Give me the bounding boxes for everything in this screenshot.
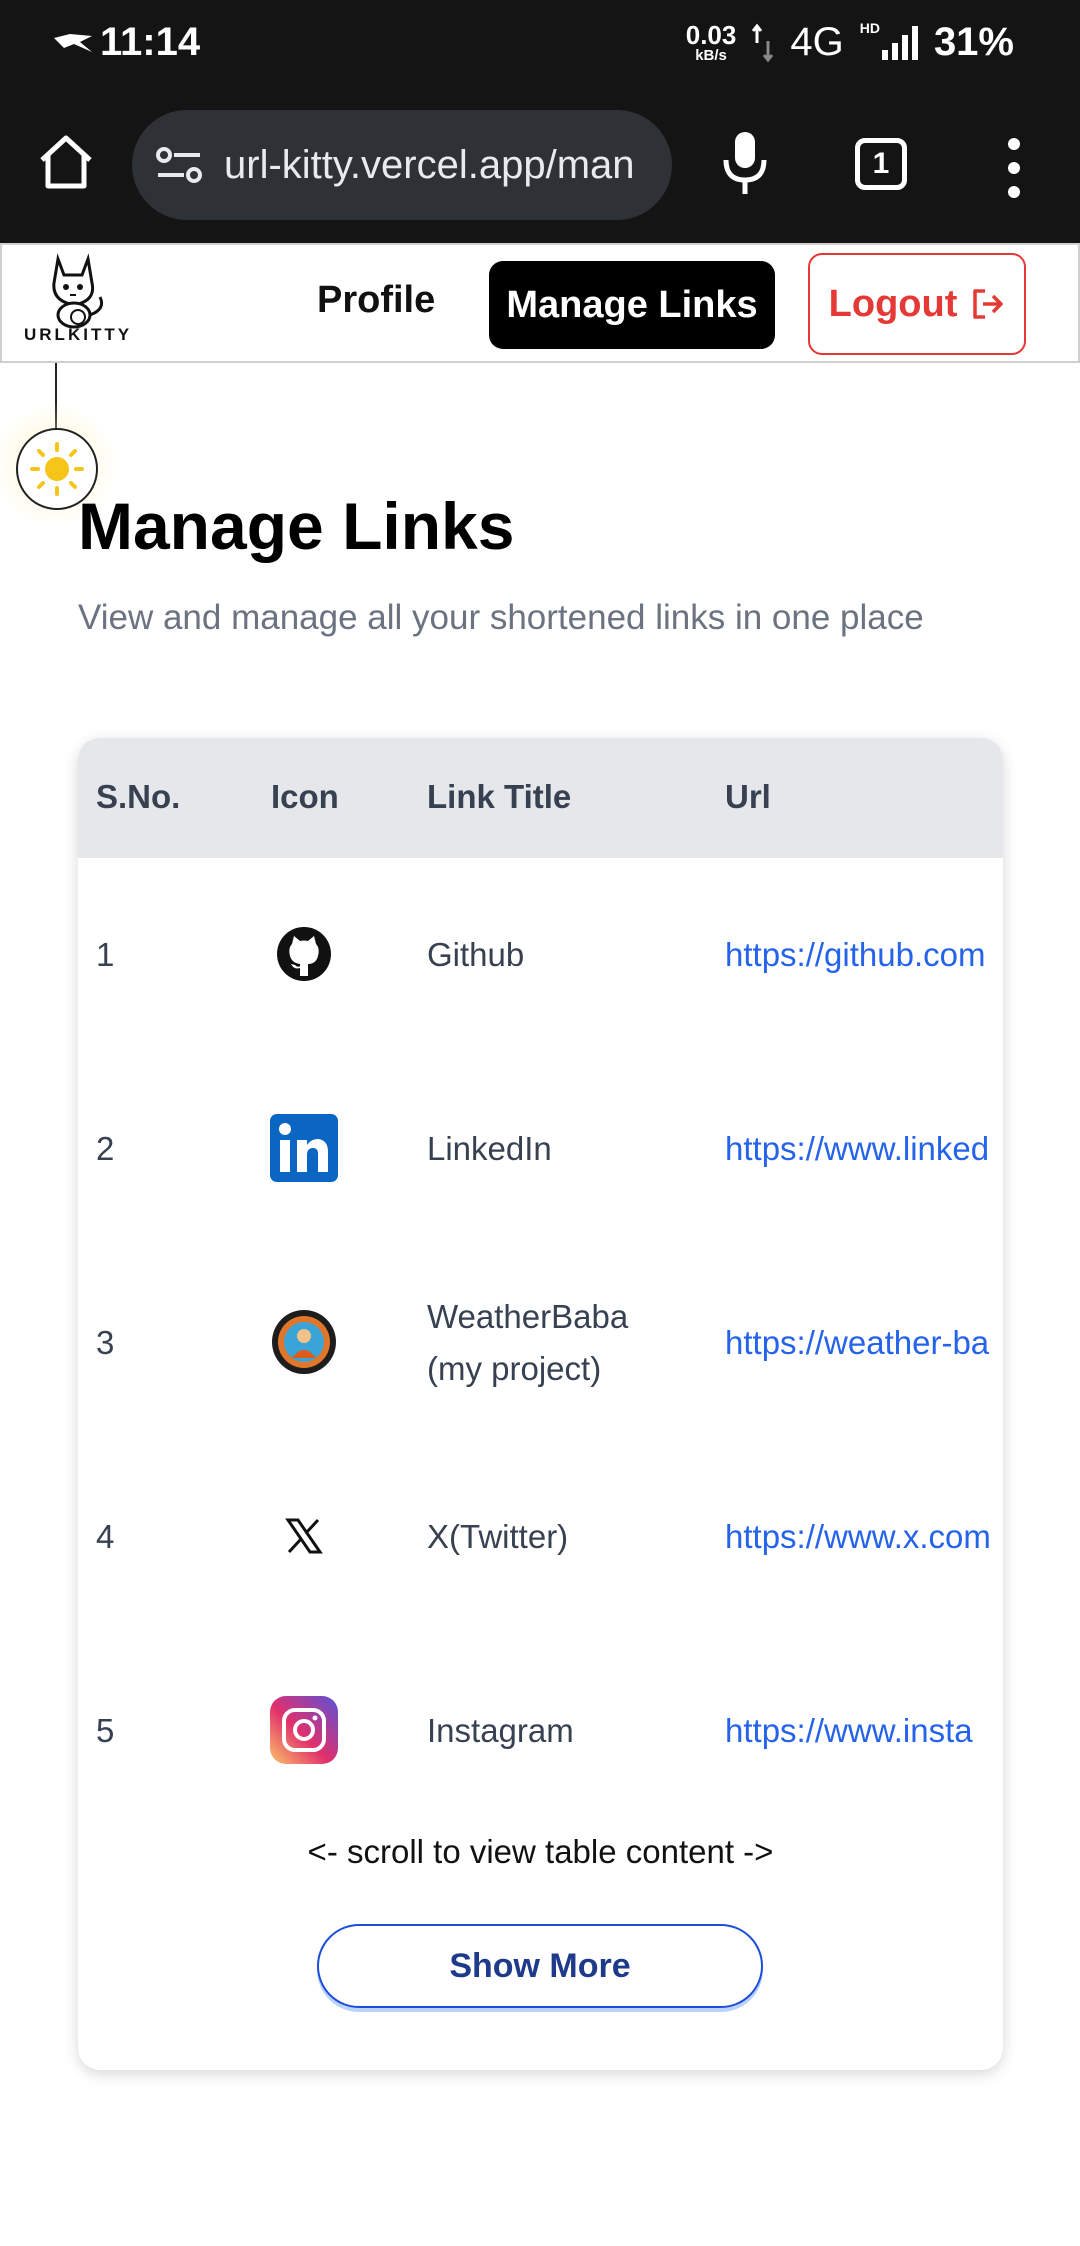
row-title: X(Twitter) — [427, 1518, 569, 1555]
page-subtitle: View and manage all your shortened links… — [78, 598, 924, 637]
row-title: Instagram — [427, 1712, 574, 1749]
row-title: Github — [427, 936, 525, 973]
table-header: S.No. Icon Link Title Url — [78, 738, 1003, 858]
header-icon: Icon — [271, 778, 339, 815]
address-bar[interactable]: url-kitty.vercel.app/man — [132, 110, 672, 220]
row-url-link[interactable]: https://www.insta — [725, 1712, 1003, 1750]
table-row: 2 LinkedIn https://www.linked — [78, 1052, 1003, 1246]
table-row: 5 Instagram https://www.insta — [78, 1634, 1003, 1828]
status-time: 11:14 — [100, 20, 201, 64]
header-url: Url — [725, 778, 771, 815]
row-title: WeatherBaba — [427, 1298, 629, 1335]
table-row: 3 WeatherBaba (my project) https://weath… — [78, 1246, 1003, 1440]
network-type: 4G — [790, 20, 844, 64]
logo-text: URLKITTY — [24, 325, 133, 344]
hd-badge: HD — [859, 20, 880, 36]
logout-icon — [973, 289, 1004, 319]
status-bar: 11:14 0.03 kB/s 4G HD 31% — [0, 0, 1080, 88]
linkedin-icon — [270, 1114, 338, 1182]
instagram-icon — [270, 1696, 338, 1764]
row-sno: 5 — [96, 1712, 115, 1749]
tab-switcher-button[interactable]: 1 — [855, 138, 907, 190]
microphone-icon[interactable] — [720, 128, 770, 198]
github-icon — [277, 927, 331, 981]
row-url-link[interactable]: https://weather-ba — [725, 1324, 1003, 1362]
row-sno: 4 — [96, 1518, 115, 1555]
header-sno: S.No. — [96, 778, 181, 815]
page-title: Manage Links — [78, 489, 515, 563]
row-url-link[interactable]: https://www.linked — [725, 1130, 1003, 1168]
x-twitter-icon — [285, 1518, 323, 1554]
weatherbaba-icon — [272, 1310, 336, 1374]
nav-manage-links-link[interactable]: Manage Links — [489, 261, 775, 349]
status-indicators: 0.03 kB/s 4G HD 31% — [686, 20, 1014, 65]
show-more-button[interactable]: Show More — [317, 1924, 763, 2008]
logout-button[interactable]: Logout — [808, 253, 1026, 355]
notification-icon — [54, 34, 92, 52]
more-menu-icon[interactable] — [1000, 136, 1028, 200]
data-transfer-icon — [752, 23, 774, 62]
header-link-title: Link Title — [427, 778, 572, 815]
row-sno: 3 — [96, 1324, 115, 1361]
signal-icon — [881, 25, 918, 60]
net-speed: 0.03 kB/s — [685, 20, 737, 64]
site-navbar: URLKITTY Profile Manage Links Logout — [0, 243, 1080, 363]
row-url-link[interactable]: https://github.com — [725, 936, 1003, 974]
url-text: url-kitty.vercel.app/man — [224, 142, 635, 187]
table-row: 4 X(Twitter) https://www.x.com — [78, 1440, 1003, 1634]
battery-level: 31% — [933, 20, 1014, 64]
links-table[interactable]: S.No. Icon Link Title Url 1 Github https… — [78, 738, 1003, 2070]
nav-profile-link[interactable]: Profile — [317, 279, 435, 322]
row-sno: 2 — [96, 1130, 115, 1167]
home-icon[interactable] — [36, 132, 96, 192]
row-title: LinkedIn — [427, 1130, 552, 1167]
table-row: 1 Github https://github.com — [78, 858, 1003, 1052]
browser-toolbar: url-kitty.vercel.app/man 1 — [0, 88, 1080, 243]
scroll-hint: <- scroll to view table content -> — [307, 1833, 774, 1870]
logout-label: Logout — [828, 282, 958, 325]
row-sno: 1 — [96, 936, 115, 973]
row-url-link[interactable]: https://www.x.com — [725, 1518, 1003, 1556]
row-title-line2: (my project) — [427, 1350, 602, 1387]
site-settings-icon[interactable] — [156, 145, 202, 185]
